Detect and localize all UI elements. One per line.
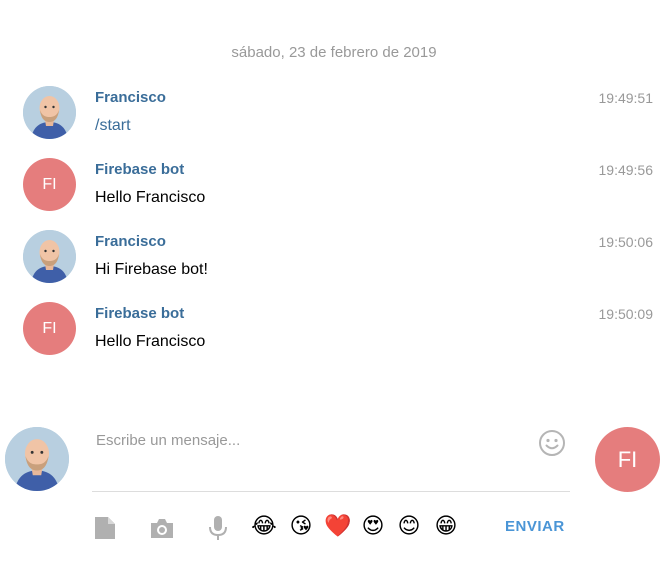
message-item: Francisco 19:50:06 Hi Firebase bot! (0, 230, 664, 290)
message-text: Hi Firebase bot! (95, 261, 208, 278)
user-avatar[interactable] (23, 86, 76, 139)
message-input[interactable] (92, 426, 540, 454)
emoji-tears-of-joy[interactable]: 😂 (251, 514, 277, 540)
emoji-grin[interactable]: 😁 (433, 514, 459, 540)
message-item: FI Firebase bot 19:50:09 Hello Francisco (0, 302, 664, 362)
message-item: FI Firebase bot 19:49:56 Hello Francisco (0, 158, 664, 218)
message-text: Hello Francisco (95, 189, 206, 206)
message-time: 19:49:56 (598, 162, 654, 178)
message-time: 19:49:51 (598, 90, 654, 106)
message-time: 19:50:06 (598, 234, 654, 250)
message-time: 19:50:09 (598, 306, 654, 322)
peer-avatar[interactable]: FI (595, 427, 660, 492)
microphone-icon[interactable] (204, 514, 232, 542)
send-button[interactable]: ENVIAR (505, 518, 565, 535)
emoji-heart-eyes[interactable]: 😍 (360, 514, 386, 540)
emoji-picker-icon[interactable] (538, 429, 566, 457)
file-icon[interactable] (91, 514, 119, 542)
emoji-smile[interactable]: 😊 (396, 514, 422, 540)
emoji-kiss[interactable]: 😘 (288, 514, 314, 540)
camera-icon[interactable] (148, 514, 176, 542)
message-text[interactable]: /start (95, 117, 131, 135)
sender-name[interactable]: Francisco (95, 233, 166, 250)
sender-name[interactable]: Firebase bot (95, 305, 184, 322)
date-separator: sábado, 23 de febrero de 2019 (231, 44, 437, 61)
user-avatar[interactable] (23, 230, 76, 283)
bot-avatar[interactable]: FI (23, 302, 76, 355)
message-text: Hello Francisco (95, 333, 206, 350)
message-item: Francisco 19:49:51 /start (0, 86, 664, 146)
emoji-heart[interactable]: ❤️ (324, 514, 351, 540)
bot-avatar[interactable]: FI (23, 158, 76, 211)
sender-name[interactable]: Francisco (95, 89, 166, 106)
compose-divider (92, 491, 570, 492)
self-avatar[interactable] (5, 427, 69, 491)
sender-name[interactable]: Firebase bot (95, 161, 184, 178)
